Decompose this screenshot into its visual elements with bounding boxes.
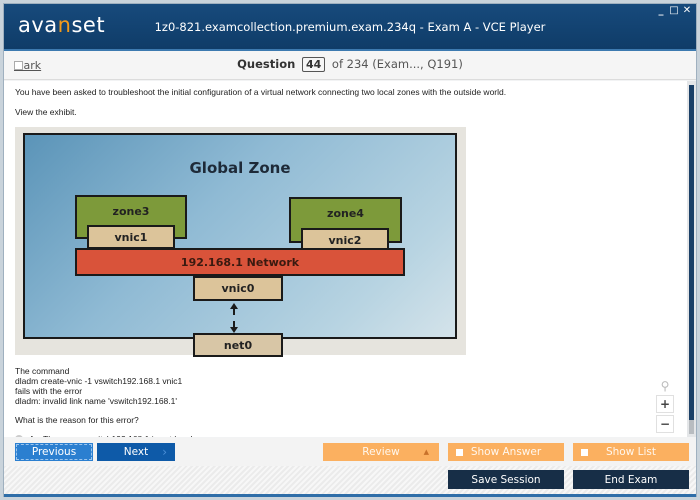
- radio-button-icon[interactable]: [15, 435, 23, 437]
- option-a[interactable]: A. The name vswitch192.168.1 is not lega…: [15, 434, 192, 437]
- footer-bar: Save Session End Exam: [4, 466, 696, 494]
- bottom-border: [4, 494, 696, 497]
- command-line: dladm: invalid link name 'vswitch192.168…: [15, 396, 177, 406]
- zoom-out-button[interactable]: −: [656, 415, 674, 433]
- review-label: Review: [362, 446, 400, 458]
- magnifier-icon[interactable]: ⚲: [661, 379, 670, 393]
- net0-box: net0: [193, 333, 283, 357]
- scrollbar-track-lower[interactable]: [689, 420, 694, 434]
- window-controls: _ □ ✕: [656, 5, 692, 16]
- review-button[interactable]: Review ▲: [323, 443, 439, 461]
- end-exam-label: End Exam: [604, 473, 658, 486]
- view-exhibit-text: View the exhibit.: [15, 107, 77, 117]
- maximize-icon[interactable]: □: [669, 5, 679, 16]
- checkbox-icon[interactable]: [456, 448, 463, 456]
- question-label: Question: [237, 57, 296, 71]
- scrollbar-thumb[interactable]: [689, 85, 694, 420]
- zoom-in-button[interactable]: +: [656, 395, 674, 413]
- next-button[interactable]: Next ›: [97, 443, 175, 461]
- vnic0-box: vnic0: [193, 276, 283, 301]
- command-line: The command: [15, 366, 70, 376]
- question-text: What is the reason for this error?: [15, 415, 139, 425]
- previous-button[interactable]: Previous: [15, 443, 93, 461]
- close-icon[interactable]: ✕: [682, 5, 692, 16]
- question-content: You have been asked to troubleshoot the …: [4, 81, 687, 437]
- question-total: of 234 (Exam..., Q191): [331, 57, 463, 71]
- caret-up-icon: ▲: [423, 448, 429, 456]
- next-label: Next: [123, 446, 149, 458]
- save-session-button[interactable]: Save Session: [448, 470, 564, 489]
- save-session-label: Save Session: [471, 473, 541, 486]
- question-intro: You have been asked to troubleshoot the …: [15, 87, 507, 97]
- chevron-right-icon: ›: [162, 445, 167, 459]
- previous-label: Previous: [31, 446, 77, 458]
- global-zone-diagram: Global Zone zone3 zone4 vnic1 vnic2 192.…: [23, 133, 457, 357]
- title-bar: avanset 1z0-821.examcollection.premium.e…: [4, 4, 696, 49]
- command-block: The command dladm create-vnic -1 vswitch…: [15, 366, 182, 406]
- question-number-input[interactable]: 44: [301, 57, 326, 72]
- network-bar: 192.168.1 Network: [75, 248, 405, 276]
- exhibit-image: Global Zone zone3 zone4 vnic1 vnic2 192.…: [15, 127, 466, 357]
- question-bar: Mark Question 44 of 234 (Exam..., Q191): [4, 51, 696, 80]
- show-list-label: Show List: [605, 446, 657, 458]
- global-zone-title: Global Zone: [189, 159, 291, 177]
- content-scrollbar[interactable]: [687, 81, 696, 437]
- show-answer-button[interactable]: Show Answer: [448, 443, 564, 461]
- dashed-connector: [233, 309, 235, 327]
- checkbox-icon[interactable]: [581, 448, 588, 456]
- question-indicator: Question 44 of 234 (Exam..., Q191): [4, 57, 696, 72]
- show-answer-label: Show Answer: [470, 446, 542, 458]
- navigation-bar: Previous Next › Review ▲ Show Answer Show …: [4, 438, 696, 466]
- vnic1-box: vnic1: [87, 225, 175, 249]
- option-letter: A.: [29, 434, 37, 437]
- end-exam-button[interactable]: End Exam: [573, 470, 689, 489]
- option-text: The name vswitch192.168.1 is not legal: [43, 434, 192, 437]
- show-list-button[interactable]: Show List: [573, 443, 689, 461]
- minimize-icon[interactable]: _: [656, 5, 666, 16]
- command-line: fails with the error: [15, 386, 83, 396]
- command-line: dladm create-vnic -1 vswitch192.168.1 vn…: [15, 376, 183, 386]
- zoom-tools: ⚲ + −: [655, 379, 675, 433]
- window-title: 1z0-821.examcollection.premium.exam.234q…: [154, 20, 546, 34]
- vce-player-window: avanset 1z0-821.examcollection.premium.e…: [3, 3, 697, 497]
